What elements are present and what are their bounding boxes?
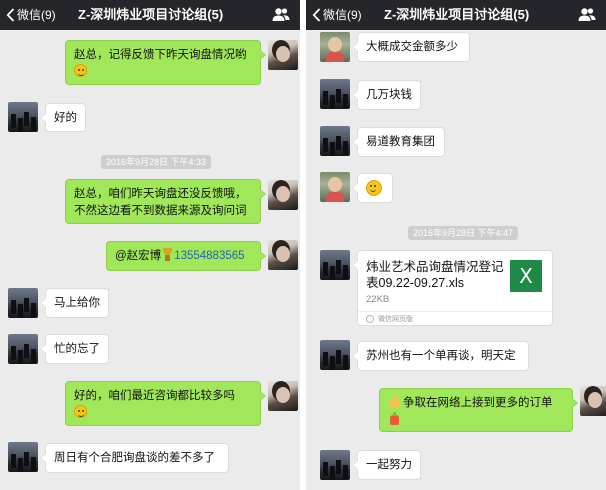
smile-emoji-icon xyxy=(366,180,382,196)
message-bubble[interactable]: 赵总，咱们昨天询盘还没反馈哦，不然这边看不到数据来源及询问词 xyxy=(65,179,266,224)
message-text: 忙的忘了 xyxy=(54,343,100,355)
avatar[interactable] xyxy=(320,172,350,202)
file-source: 微信网页版 xyxy=(378,316,413,323)
avatar[interactable] xyxy=(320,250,350,280)
chat-panel-right: 微信(9) Z-深圳炜业项目讨论组(5) 大概成交金额多少 几万块钱 易道教育集… xyxy=(306,0,606,490)
message-text: 苏州也有一个单再谈，明天定 xyxy=(366,350,516,362)
smile-emoji-icon xyxy=(74,64,87,77)
message-text: 一起努力 xyxy=(366,459,412,471)
trophy-emoji-icon xyxy=(162,248,173,261)
avatar[interactable] xyxy=(268,381,298,411)
avatar[interactable] xyxy=(320,340,350,370)
avatar[interactable] xyxy=(320,450,350,480)
message-text: 易道教育集团 xyxy=(366,136,435,148)
file-name: 炜业艺术品询盘情况登记表09.22-09.27.xls xyxy=(366,260,504,290)
message-text: 好的 xyxy=(54,112,77,124)
phone-link[interactable]: 13554883565 xyxy=(174,250,244,262)
message-text: 大概成交金额多少 xyxy=(366,41,458,53)
message-bubble[interactable]: 好的 xyxy=(40,103,86,132)
avatar[interactable] xyxy=(268,40,298,70)
avatar[interactable] xyxy=(8,334,38,364)
thumbs-up-emoji-icon xyxy=(388,395,401,408)
nav-bar: 微信(9) Z-深圳炜业项目讨论组(5) xyxy=(0,0,300,30)
message-bubble[interactable]: 易道教育集团 xyxy=(352,127,445,157)
back-button[interactable]: 微信(9) xyxy=(312,6,362,24)
avatar[interactable] xyxy=(320,79,350,109)
excel-file-icon: X xyxy=(510,260,542,292)
message-bubble[interactable]: @赵宏博 13554883565 xyxy=(106,241,266,271)
message-bubble[interactable]: 赵总，记得反馈下昨天询盘情况哟 xyxy=(65,40,266,85)
avatar[interactable] xyxy=(268,180,298,210)
message-text: 几万块钱 xyxy=(366,89,412,101)
message-text: 赵总，记得反馈下昨天询盘情况哟 xyxy=(74,49,247,61)
avatar[interactable] xyxy=(8,102,38,132)
source-icon xyxy=(366,315,374,323)
back-label: 微信(9) xyxy=(17,8,56,22)
mention[interactable]: @赵宏博 xyxy=(115,250,161,262)
back-button[interactable]: 微信(9) xyxy=(6,6,56,24)
excel-icon-letter: X xyxy=(519,264,533,288)
chat-title: Z-深圳炜业项目讨论组(5) xyxy=(78,7,224,22)
message-text: 好的，咱们最近咨询都比较多吗 xyxy=(74,390,235,402)
message-bubble[interactable]: 周日有个合肥询盘谈的差不多了 xyxy=(40,443,229,473)
avatar[interactable] xyxy=(268,240,298,270)
chat-title: Z-深圳炜业项目讨论组(5) xyxy=(384,7,530,22)
message-bubble[interactable]: 忙的忘了 xyxy=(40,334,109,364)
timestamp: 2016年9月28日 下午4:33 xyxy=(101,155,212,169)
avatar[interactable] xyxy=(320,32,350,62)
smile-emoji-icon xyxy=(74,405,87,418)
avatar[interactable] xyxy=(8,442,38,472)
message-text: 周日有个合肥询盘谈的差不多了 xyxy=(54,452,215,464)
message-bubble[interactable]: 几万块钱 xyxy=(352,80,421,110)
timestamp: 2016年9月28日 下午4:47 xyxy=(408,226,519,240)
message-text: 马上给你 xyxy=(54,297,100,309)
chevron-left-icon xyxy=(312,8,321,22)
file-footer: 微信网页版 xyxy=(358,311,552,325)
file-attachment[interactable]: 炜业艺术品询盘情况登记表09.22-09.27.xls 22KB X 微信网页版 xyxy=(352,250,553,326)
avatar[interactable] xyxy=(580,386,606,416)
chat-panel-left: 微信(9) Z-深圳炜业项目讨论组(5) 赵总，记得反馈下昨天询盘情况哟 好的 … xyxy=(0,0,300,490)
message-bubble[interactable]: 大概成交金额多少 xyxy=(352,32,470,62)
bottle-emoji-icon xyxy=(388,412,401,425)
message-bubble[interactable]: 好的，咱们最近咨询都比较多吗 xyxy=(65,381,266,426)
back-label: 微信(9) xyxy=(323,8,362,22)
message-bubble[interactable]: 苏州也有一个单再谈，明天定 xyxy=(352,341,529,371)
nav-bar: 微信(9) Z-深圳炜业项目讨论组(5) xyxy=(306,0,606,30)
group-members-icon[interactable] xyxy=(272,7,290,22)
message-bubble[interactable]: 马上给你 xyxy=(40,288,109,318)
message-bubble[interactable]: 争取在网络上接到更多的订单 xyxy=(379,388,578,432)
avatar[interactable] xyxy=(8,288,38,318)
message-bubble[interactable] xyxy=(352,173,393,203)
group-members-icon[interactable] xyxy=(578,7,596,22)
file-size: 22KB xyxy=(366,294,390,305)
chevron-left-icon xyxy=(6,8,15,22)
message-bubble[interactable]: 一起努力 xyxy=(352,450,421,480)
message-text: 争取在网络上接到更多的订单 xyxy=(403,397,553,409)
avatar[interactable] xyxy=(320,126,350,156)
message-text: 赵总，咱们昨天询盘还没反馈哦，不然这边看不到数据来源及询问词 xyxy=(74,188,247,217)
